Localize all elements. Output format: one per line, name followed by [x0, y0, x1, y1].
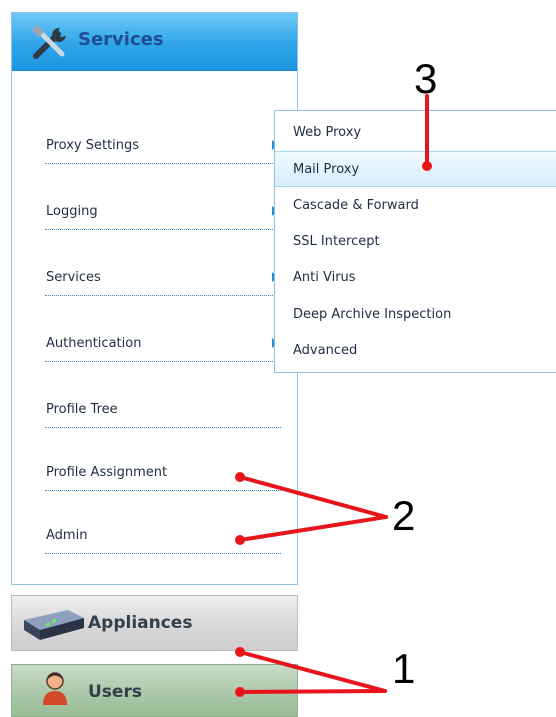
- submenu-item-label: Deep Archive Inspection: [293, 307, 452, 322]
- submenu-item-label: Advanced: [293, 343, 358, 358]
- annotation-label-3: 3: [414, 55, 438, 102]
- menu-item-profile-assignment[interactable]: Profile Assignment: [45, 460, 281, 491]
- menu-item-authentication[interactable]: Authentication: [45, 331, 281, 362]
- menu-item-proxy-settings[interactable]: Proxy Settings: [45, 133, 281, 164]
- tab-appliances[interactable]: Appliances: [11, 595, 298, 651]
- submenu-item-label: Mail Proxy: [293, 162, 360, 177]
- menu-item-label: Authentication: [46, 336, 142, 351]
- menu-item-label: Logging: [46, 204, 98, 219]
- menu-item-logging[interactable]: Logging: [45, 199, 281, 230]
- proxy-settings-submenu: Web Proxy Mail Proxy Cascade & Forward S…: [274, 110, 556, 373]
- submenu-item-label: Web Proxy: [293, 125, 362, 140]
- annotation-label-1: 1: [392, 645, 416, 692]
- menu-item-services[interactable]: Services: [45, 265, 281, 296]
- menu-item-label: Proxy Settings: [46, 138, 140, 153]
- services-panel: Services Proxy Settings Logging Services…: [11, 12, 298, 585]
- user-icon: [43, 672, 67, 705]
- menu-item-label: Profile Tree: [46, 402, 118, 417]
- submenu-item-mail-proxy[interactable]: Mail Proxy: [275, 151, 556, 187]
- menu-item-profile-tree[interactable]: Profile Tree: [45, 397, 281, 428]
- services-panel-header[interactable]: Services: [12, 13, 297, 71]
- appliance-icon: [24, 610, 84, 640]
- submenu-item-web-proxy[interactable]: Web Proxy: [275, 115, 556, 151]
- submenu-item-label: SSL Intercept: [293, 234, 380, 249]
- menu-item-label: Profile Assignment: [46, 465, 168, 480]
- tools-icon: [32, 25, 66, 59]
- submenu-item-advanced[interactable]: Advanced: [275, 333, 556, 369]
- menu-item-label: Services: [46, 270, 101, 285]
- menu-item-label: Admin: [46, 528, 88, 543]
- tab-appliances-label: Appliances: [88, 613, 193, 633]
- annotation-label-2: 2: [392, 492, 416, 539]
- submenu-item-deep-archive-inspection[interactable]: Deep Archive Inspection: [275, 297, 556, 333]
- tab-users-label: Users: [88, 682, 142, 702]
- panel-title: Services: [78, 29, 164, 50]
- submenu-item-label: Anti Virus: [293, 270, 356, 285]
- tab-users[interactable]: Users: [11, 664, 298, 717]
- submenu-item-ssl-intercept[interactable]: SSL Intercept: [275, 224, 556, 260]
- submenu-item-cascade-forward[interactable]: Cascade & Forward: [275, 188, 556, 224]
- menu-item-admin[interactable]: Admin: [45, 523, 281, 554]
- submenu-item-label: Cascade & Forward: [293, 198, 419, 213]
- submenu-item-anti-virus[interactable]: Anti Virus: [275, 260, 556, 296]
